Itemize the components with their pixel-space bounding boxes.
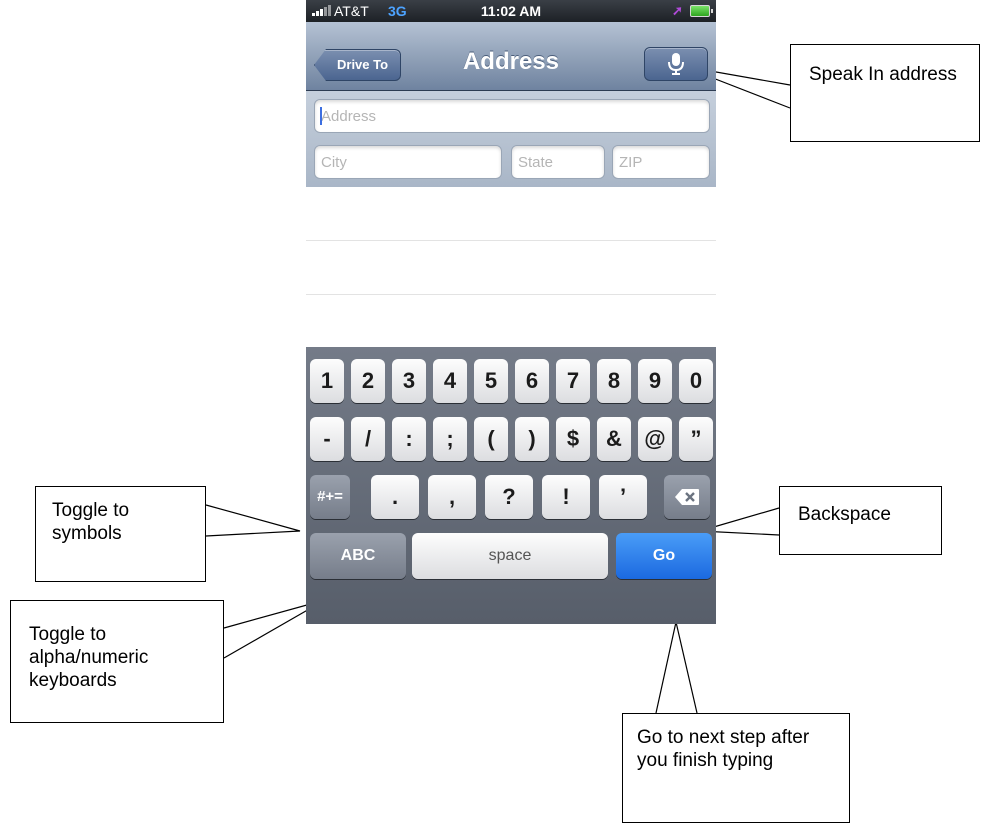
key-comma[interactable]: , xyxy=(428,475,476,519)
key-5[interactable]: 5 xyxy=(474,359,508,403)
address-input[interactable] xyxy=(315,100,709,132)
key-slash[interactable]: / xyxy=(351,417,385,461)
key-open-paren[interactable]: ( xyxy=(474,417,508,461)
city-input[interactable] xyxy=(315,146,501,178)
location-arrow-icon: ➚ xyxy=(672,3,683,18)
clock: 11:02 AM xyxy=(480,3,542,19)
callout-toggle-alpha: Toggle to alpha/numeric keyboards xyxy=(10,600,224,723)
address-field[interactable] xyxy=(314,99,710,133)
microphone-icon xyxy=(668,53,684,75)
key-close-paren[interactable]: ) xyxy=(515,417,549,461)
key-0[interactable]: 0 xyxy=(679,359,713,403)
key-3[interactable]: 3 xyxy=(392,359,426,403)
state-field[interactable] xyxy=(511,145,605,179)
key-question[interactable]: ? xyxy=(485,475,533,519)
key-6[interactable]: 6 xyxy=(515,359,549,403)
key-at[interactable]: @ xyxy=(638,417,672,461)
key-apostrophe[interactable]: ’ xyxy=(599,475,647,519)
callout-backspace: Backspace xyxy=(779,486,942,555)
key-7[interactable]: 7 xyxy=(556,359,590,403)
list-item[interactable] xyxy=(306,241,716,295)
go-key[interactable]: Go xyxy=(616,533,712,579)
key-8[interactable]: 8 xyxy=(597,359,631,403)
phone-screen: AT&T 3G 11:02 AM ➚ Drive To Address Addr… xyxy=(306,0,716,624)
toggle-symbols-key[interactable]: #+= xyxy=(310,475,350,519)
callout-toggle-symbols: Toggle to symbols xyxy=(35,486,206,582)
abc-toggle-key[interactable]: ABC xyxy=(310,533,406,579)
key-9[interactable]: 9 xyxy=(638,359,672,403)
speak-address-button[interactable] xyxy=(644,47,708,81)
key-semicolon[interactable]: ; xyxy=(433,417,467,461)
navigation-bar: Drive To Address xyxy=(306,22,716,91)
numeric-keyboard: 1 2 3 4 5 6 7 8 9 0 - / : ; ( ) $ & @ ” … xyxy=(306,347,716,624)
suggestion-list xyxy=(306,187,716,349)
key-quote[interactable]: ” xyxy=(679,417,713,461)
list-item[interactable] xyxy=(306,295,716,349)
zip-input[interactable] xyxy=(613,146,709,178)
key-dollar[interactable]: $ xyxy=(556,417,590,461)
address-form xyxy=(306,91,716,187)
callout-speak-address: Speak In address xyxy=(790,44,980,142)
key-exclamation[interactable]: ! xyxy=(542,475,590,519)
zip-field[interactable] xyxy=(612,145,710,179)
key-period[interactable]: . xyxy=(371,475,419,519)
city-field[interactable] xyxy=(314,145,502,179)
backspace-icon xyxy=(675,489,699,505)
key-4[interactable]: 4 xyxy=(433,359,467,403)
list-item[interactable] xyxy=(306,187,716,241)
state-input[interactable] xyxy=(512,146,604,178)
callout-go: Go to next step after you finish typing xyxy=(622,713,850,823)
battery-icon xyxy=(690,5,713,17)
key-2[interactable]: 2 xyxy=(351,359,385,403)
backspace-key[interactable] xyxy=(664,475,710,519)
status-bar: AT&T 3G 11:02 AM ➚ xyxy=(306,0,716,22)
key-dash[interactable]: - xyxy=(310,417,344,461)
key-colon[interactable]: : xyxy=(392,417,426,461)
key-1[interactable]: 1 xyxy=(310,359,344,403)
space-key[interactable]: space xyxy=(412,533,608,579)
key-ampersand[interactable]: & xyxy=(597,417,631,461)
